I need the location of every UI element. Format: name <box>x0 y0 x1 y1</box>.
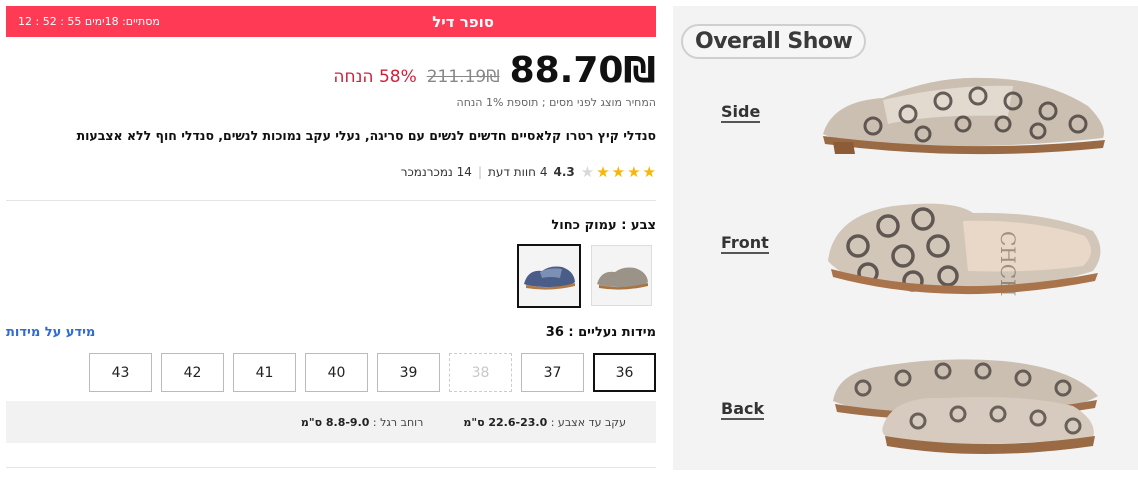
size-option-40[interactable]: 40 <box>305 353 368 392</box>
color-swatch-deep-blue[interactable] <box>517 244 581 308</box>
size-option-42[interactable]: 42 <box>161 353 224 392</box>
rating-stars: ★ ★ ★ ★ ★ <box>581 163 656 181</box>
sold-count: 14 נמכרנמכר <box>400 165 472 179</box>
size-option-36[interactable]: 36 <box>593 353 656 392</box>
size-option-38: 38 <box>449 353 512 392</box>
size-guide-link[interactable]: מידע על מידות <box>6 325 95 340</box>
product-title: סנדלי קיץ רטרו קלאסיים חדשים לנשים עם סר… <box>76 128 656 143</box>
star-icon: ★ <box>642 163 656 181</box>
heel-to-toe-label: עקב עד אצבע : <box>550 415 626 429</box>
foot-width-label: רוחב רגל : <box>372 415 424 429</box>
size-option-43[interactable]: 43 <box>89 353 152 392</box>
deal-timer-label: מסתיים: 18ימים <box>84 15 160 28</box>
deal-timer-value: 12 : 52 : 55 <box>18 15 82 28</box>
tax-note: המחיר מוצג לפני מסים ; תוספת 1% הנחה <box>456 96 656 109</box>
product-page: סופר דיל מסתיים: 18ימים 12 : 52 : 55 88.… <box>0 0 1138 479</box>
current-price: 88.70₪ <box>509 50 656 91</box>
size-options: 36 37 38 39 40 41 42 43 <box>89 353 656 392</box>
view-label-side: Side <box>721 102 761 123</box>
size-option-39[interactable]: 39 <box>377 353 440 392</box>
section-divider <box>6 467 656 468</box>
star-icon: ★ <box>596 163 610 181</box>
star-icon: ★ <box>580 163 595 181</box>
deal-countdown: מסתיים: 18ימים 12 : 52 : 55 <box>18 15 160 28</box>
foot-width-value: 8.8-9.0 ס"מ <box>300 415 370 429</box>
star-icon: ★ <box>611 163 626 181</box>
discount-badge: 58% הנחה <box>333 67 417 87</box>
color-label: צבע : עמוק כחול <box>551 218 656 233</box>
size-option-37[interactable]: 37 <box>521 353 584 392</box>
super-deal-banner: סופר דיל מסתיים: 18ימים 12 : 52 : 55 <box>6 6 656 37</box>
section-divider <box>6 200 656 201</box>
price-row: 88.70₪ 211.19₪ 58% הנחה <box>333 50 656 91</box>
foot-width: רוחב רגל : 8.8-9.0 ס"מ <box>301 416 424 429</box>
fit-info: עקב עד אצבע : 22.6-23.0 ס"מ רוחב רגל : 8… <box>6 401 656 443</box>
heel-to-toe-value: 22.6-23.0 ס"מ <box>463 415 548 429</box>
rating-row[interactable]: ★ ★ ★ ★ ★ 4.3 4 חוות דעת | 14 נמכרנמכר <box>401 163 656 181</box>
product-gallery-image[interactable]: Overall Show Side Front Back CHCH <box>673 6 1138 470</box>
color-swatch-beige[interactable] <box>591 245 652 306</box>
shoe-back-view <box>833 359 1098 454</box>
overall-show-badge: Overall Show <box>681 24 867 59</box>
deal-title: סופר דיל <box>432 12 494 31</box>
shoe-thumbnail-blue <box>524 266 575 290</box>
product-info-panel: סופר דיל מסתיים: 18ימים 12 : 52 : 55 88.… <box>0 0 663 479</box>
view-label-front: Front <box>721 233 769 254</box>
shoe-front-view: CHCH <box>828 203 1101 297</box>
review-count[interactable]: 4 חוות דעת <box>488 165 547 179</box>
star-icon: ★ <box>627 163 641 181</box>
size-label: מידות נעליים : 36 <box>545 325 656 340</box>
rating-value: 4.3 <box>553 165 575 179</box>
divider-dot: | <box>477 165 482 179</box>
view-label-back: Back <box>721 399 765 420</box>
size-header: מידות נעליים : 36 מידע על מידות <box>6 325 656 340</box>
shoe-side-view <box>823 77 1105 155</box>
shoe-thumbnail-beige <box>596 267 648 290</box>
size-option-41[interactable]: 41 <box>233 353 296 392</box>
heel-to-toe: עקב עד אצבע : 22.6-23.0 ס"מ <box>463 416 626 429</box>
original-price: 211.19₪ <box>426 67 500 87</box>
color-swatches <box>517 244 652 308</box>
